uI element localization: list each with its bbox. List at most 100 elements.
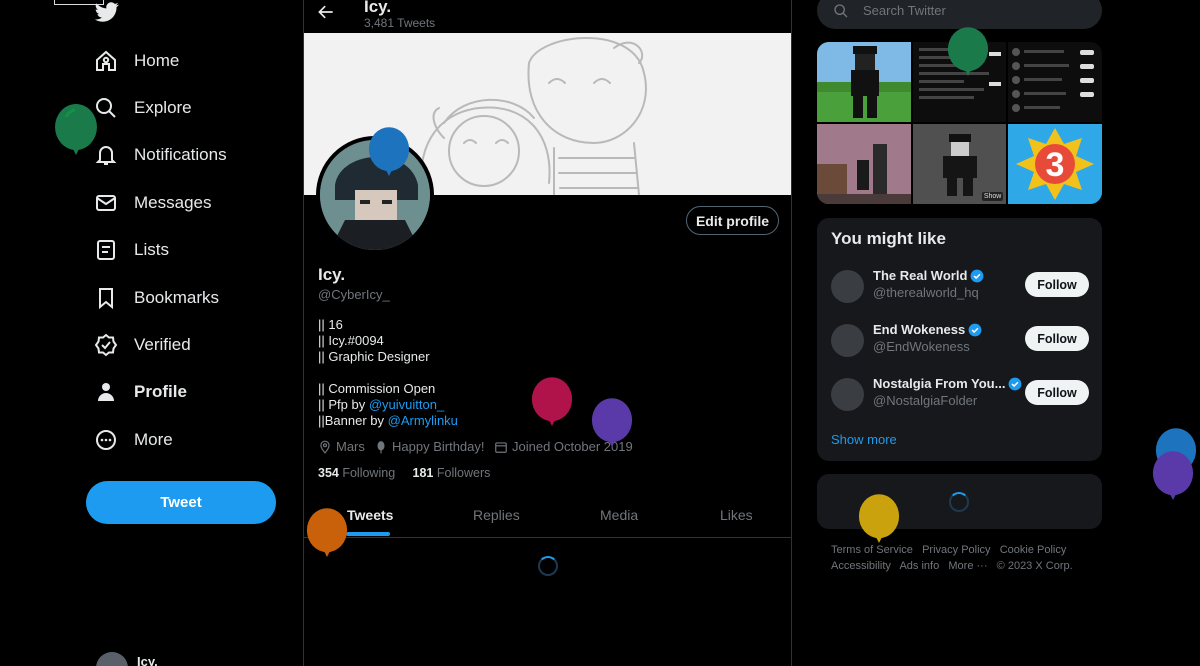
tab-media[interactable]: Media xyxy=(600,507,638,523)
calendar-icon xyxy=(495,441,507,453)
follow-stats: 354 Following 181 Followers xyxy=(318,466,490,480)
nav-label-messages: Messages xyxy=(134,193,212,212)
footer-ads-link[interactable]: Ads info xyxy=(899,560,939,572)
media-item-3[interactable] xyxy=(1008,42,1102,122)
logo-frame xyxy=(54,0,104,5)
tab-replies[interactable]: Replies xyxy=(473,507,520,523)
suggestion-handle: @NostalgiaFolder xyxy=(873,393,978,408)
search-bar[interactable]: Search Twitter xyxy=(817,0,1102,29)
tab-likes[interactable]: Likes xyxy=(720,507,753,523)
suggestion-avatar[interactable] xyxy=(831,270,864,303)
tab-tweets[interactable]: Tweets xyxy=(347,507,393,523)
show-badge: Show xyxy=(981,192,1004,201)
footer-cookie-link[interactable]: Cookie Policy xyxy=(1000,544,1067,556)
nav-label-profile: Profile xyxy=(134,382,187,401)
balloon-orange-icon xyxy=(306,508,348,557)
balloon-purple-icon xyxy=(1152,451,1194,500)
edit-profile-button[interactable]: Edit profile xyxy=(686,206,779,235)
media-item-1[interactable] xyxy=(817,42,911,122)
verified-badge-icon xyxy=(1009,377,1022,390)
following-count: 354 xyxy=(318,466,339,480)
profile-location: Mars xyxy=(318,439,365,454)
profile-name: Icy. xyxy=(318,265,346,284)
column-divider-right xyxy=(791,0,792,666)
loading-spinner xyxy=(949,492,969,512)
active-tab-indicator xyxy=(346,532,390,536)
suggestion-name[interactable]: The Real World xyxy=(873,268,984,283)
account-avatar[interactable] xyxy=(96,652,128,666)
bio-pfp-prefix: || Pfp by xyxy=(318,397,369,412)
footer-more-link[interactable]: More ··· xyxy=(948,560,987,572)
suggestion-handle: @EndWokeness xyxy=(873,339,970,354)
nav-item-notifications[interactable]: Notifications xyxy=(94,135,227,175)
media-item-6[interactable]: 3 xyxy=(1008,124,1102,204)
suggestion-name[interactable]: End Wokeness xyxy=(873,322,982,337)
verified-icon xyxy=(94,333,118,357)
following-label: Following xyxy=(342,466,396,480)
more-circle-icon xyxy=(96,430,116,450)
nav-item-more[interactable]: More xyxy=(94,420,173,460)
media-item-5[interactable]: Show xyxy=(912,124,1007,204)
suggestion-name-text: Nostalgia From You... xyxy=(873,376,1006,391)
media-item-4[interactable] xyxy=(817,124,911,204)
followers-count: 181 xyxy=(412,466,434,480)
footer-privacy-link[interactable]: Privacy Policy xyxy=(922,544,990,556)
nav-item-verified[interactable]: Verified xyxy=(94,325,191,365)
suggestion-row[interactable]: The Real World @therealworld_hq Follow xyxy=(831,268,1091,308)
bio-banner-prefix: ||Banner by xyxy=(318,413,388,428)
balloon-icon xyxy=(377,440,385,453)
location-pin-icon xyxy=(320,440,330,454)
balloon-green-icon xyxy=(947,27,989,76)
balloon-green-icon xyxy=(55,104,97,155)
balloon-blue-icon xyxy=(368,127,410,176)
who-to-follow-title: You might like xyxy=(831,229,946,248)
bio-line-2: || Icy.#0094 xyxy=(318,333,384,348)
suggestion-name[interactable]: Nostalgia From You... xyxy=(873,376,1022,391)
bio-line-1: || 16 xyxy=(318,317,343,332)
tweet-button[interactable]: Tweet xyxy=(86,481,276,524)
home-icon xyxy=(96,50,116,71)
follow-button[interactable]: Follow xyxy=(1025,272,1089,297)
verified-badge-icon xyxy=(968,323,982,336)
search-placeholder: Search Twitter xyxy=(863,3,946,18)
badge-number-text: 3 xyxy=(1046,146,1065,184)
nav-label-home: Home xyxy=(134,51,180,70)
nav-item-messages[interactable]: Messages xyxy=(94,183,211,223)
nav-label-notifications: Notifications xyxy=(134,145,227,164)
suggestion-row[interactable]: End Wokeness @EndWokeness Follow xyxy=(831,322,1091,362)
header-name: Icy. xyxy=(364,0,392,16)
roblox-avatar-image xyxy=(817,42,911,122)
back-arrow-icon[interactable] xyxy=(316,2,336,22)
nav-label-more: More xyxy=(134,430,173,449)
followers-link[interactable]: 181 Followers xyxy=(413,466,491,480)
nav-item-profile[interactable]: Profile xyxy=(94,372,187,412)
balloon-purple-icon xyxy=(591,398,633,447)
suggestion-name-text: The Real World xyxy=(873,268,968,283)
screenshot-list-image xyxy=(1012,48,1095,112)
follow-button[interactable]: Follow xyxy=(1025,326,1089,351)
bio-line-4: || Commission Open xyxy=(318,381,436,396)
footer-accessibility-link[interactable]: Accessibility xyxy=(831,560,891,572)
nav-item-bookmarks[interactable]: Bookmarks xyxy=(94,278,219,318)
show-more-link[interactable]: Show more xyxy=(831,432,897,447)
bio-banner-link[interactable]: @Armylinku xyxy=(388,413,458,428)
suggestion-avatar[interactable] xyxy=(831,378,864,411)
suggestion-row[interactable]: Nostalgia From You... @NostalgiaFolder F… xyxy=(831,376,1091,416)
loading-spinner xyxy=(538,556,558,576)
search-icon xyxy=(834,3,848,17)
bio-line-3: || Graphic Designer xyxy=(318,349,430,364)
nav-item-explore[interactable]: Explore xyxy=(94,88,192,128)
game-scene-image xyxy=(817,124,911,204)
header-tweet-count: 3,481 Tweets xyxy=(364,16,436,30)
nav-item-home[interactable]: Home xyxy=(94,41,179,81)
follow-button[interactable]: Follow xyxy=(1025,380,1089,405)
birthday-text: Happy Birthday! xyxy=(392,439,485,454)
suggestion-avatar[interactable] xyxy=(831,324,864,357)
account-name[interactable]: Icy. xyxy=(137,654,158,666)
bio-pfp-link[interactable]: @yuivuitton_ xyxy=(369,397,444,412)
footer-copyright: © 2023 X Corp. xyxy=(996,560,1073,572)
nav-item-lists[interactable]: Lists xyxy=(94,230,169,270)
following-link[interactable]: 354 Following xyxy=(318,466,395,480)
bio-line-5: || Pfp by @yuivuitton_ xyxy=(318,397,444,412)
footer-links-row-2: Accessibility Ads info More ··· © 2023 X… xyxy=(831,560,1073,572)
